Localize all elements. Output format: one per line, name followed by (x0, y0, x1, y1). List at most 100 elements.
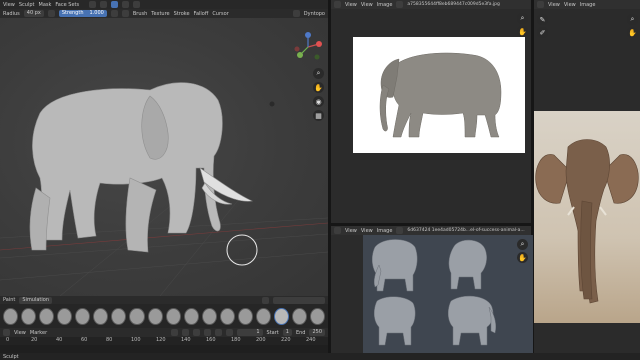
stroke-menu[interactable]: Stroke (174, 11, 190, 17)
brush-tabs-bar: Paint Simulation (0, 296, 328, 304)
zoom-icon[interactable]: ⌕ (517, 13, 528, 24)
brush-rotate-icon[interactable] (292, 307, 308, 325)
image-top-menu-view[interactable]: View (345, 2, 357, 8)
navigation-gizmo-icon[interactable] (293, 32, 323, 62)
brush-pinch-icon[interactable] (201, 307, 217, 325)
area-divider-horizontal[interactable] (331, 223, 531, 226)
menu-view[interactable]: View (3, 2, 15, 8)
brush-inflate-icon[interactable] (75, 307, 91, 325)
xyz-lock-icon[interactable] (89, 1, 97, 8)
grid-icon[interactable]: ▦ (313, 110, 324, 121)
zoom-icon[interactable]: ⌕ (313, 68, 324, 79)
brush-search-field[interactable] (273, 296, 325, 304)
radius-field[interactable]: 40 px (23, 10, 44, 17)
jump-start-icon[interactable] (170, 329, 178, 336)
brush-scrape-icon[interactable] (183, 307, 199, 325)
brush-snake-hook-icon[interactable] (237, 307, 253, 325)
ruler-tick: 100 (131, 337, 141, 343)
turnaround-views (372, 239, 496, 346)
brush-grid-icon[interactable] (262, 296, 269, 304)
shading-material-icon[interactable] (133, 1, 141, 8)
image-top-filename[interactable]: a758355644ff8eb689447c009d5e3fa.jpg (407, 2, 499, 7)
right-panel-canvas[interactable]: ✎ ✐ ⌕ ✋ (534, 9, 640, 353)
cursor-menu[interactable]: Cursor (212, 11, 228, 17)
pressure-strength-icon[interactable] (110, 10, 118, 17)
shading-solid-icon[interactable] (122, 1, 130, 8)
hand-icon[interactable]: ✋ (517, 252, 528, 263)
current-frame-field[interactable]: 1 (236, 329, 263, 336)
image-bottom-menu-view[interactable]: View (345, 228, 357, 234)
brush-crease-icon[interactable] (111, 307, 127, 325)
falloff-menu[interactable]: Falloff (194, 11, 209, 17)
jump-end-icon[interactable] (225, 329, 233, 336)
image-top-menu-image[interactable]: Image (377, 2, 393, 8)
zoom-icon[interactable]: ⌕ (627, 14, 638, 25)
brush-blob-icon[interactable] (93, 307, 109, 325)
brush-layer-icon[interactable] (57, 307, 73, 325)
image-bottom-filename[interactable]: 6d637424 1ee4ad05724b...el-of-success-an… (407, 228, 524, 233)
editor-type-icon[interactable] (334, 1, 341, 8)
end-field[interactable]: 250 (309, 329, 325, 336)
brush-elastic-icon[interactable] (310, 307, 326, 325)
timeline-track[interactable] (0, 345, 328, 353)
hand-icon[interactable]: ✋ (517, 26, 528, 37)
brush-thumb-icon[interactable] (255, 307, 271, 325)
brush-smooth-icon[interactable] (129, 307, 145, 325)
menu-mask[interactable]: Mask (39, 2, 52, 8)
menu-sculpt[interactable]: Sculpt (19, 2, 35, 8)
timeline-header: View Marker 1 Start 1 End 250 (0, 328, 328, 337)
brush-draw-icon[interactable] (3, 307, 19, 325)
direction-icon[interactable] (121, 10, 129, 17)
brush-grab-icon[interactable] (219, 307, 235, 325)
ruler-tick: 20 (31, 337, 38, 343)
image-browse-icon[interactable] (396, 1, 404, 8)
ruler-tick: 80 (106, 337, 113, 343)
texture-menu[interactable]: Texture (151, 11, 169, 17)
hand-icon[interactable]: ✋ (313, 82, 324, 93)
editor-type-icon[interactable] (537, 1, 544, 8)
editor-type-icon[interactable] (3, 329, 10, 336)
viewport-3d[interactable]: ⌕ ✋ ◉ ▦ (0, 18, 328, 296)
start-field[interactable]: 1 (282, 329, 292, 336)
play-reverse-icon[interactable] (192, 329, 200, 336)
hand-icon[interactable]: ✋ (627, 27, 638, 38)
editor-type-icon[interactable] (334, 227, 341, 234)
brush-fill-icon[interactable] (165, 307, 181, 325)
strength-field[interactable]: Strength 1.000 (58, 10, 107, 17)
next-key-icon[interactable] (214, 329, 222, 336)
dyntopo-checkbox[interactable] (292, 10, 300, 17)
image-editor-bottom-canvas[interactable]: ⌕ ✋ (331, 235, 533, 353)
dyntopo-label[interactable]: Dyntopo (304, 11, 325, 17)
brush-clay-icon[interactable] (21, 307, 37, 325)
timeline-ruler[interactable]: 0 20 40 60 80 100 120 140 160 180 200 22… (0, 337, 328, 345)
start-label: Start (266, 329, 279, 336)
brush-clay-strips-icon[interactable] (39, 307, 55, 325)
end-label: End (295, 329, 306, 336)
symmetry-icon[interactable] (100, 1, 108, 8)
eyedropper-icon[interactable]: ✎ (537, 14, 548, 25)
prev-key-icon[interactable] (181, 329, 189, 336)
menu-face-sets[interactable]: Face Sets (55, 2, 79, 8)
right-menu-image[interactable]: Image (580, 2, 596, 8)
timeline-menu-marker[interactable]: Marker (30, 330, 47, 336)
zoom-icon[interactable]: ⌕ (517, 239, 528, 250)
camera-icon[interactable]: ◉ (313, 96, 324, 107)
brush-mask-icon[interactable] (273, 307, 289, 325)
image-browse-icon[interactable] (396, 227, 404, 234)
play-icon[interactable] (203, 329, 211, 336)
right-menu-view2[interactable]: View (564, 2, 576, 8)
brush-menu[interactable]: Brush (133, 11, 147, 17)
image-top-menu-view2[interactable]: View (361, 2, 373, 8)
image-bottom-menu-image[interactable]: Image (377, 228, 393, 234)
reference-image-elephant-front (534, 111, 640, 323)
pressure-radius-icon[interactable] (47, 10, 55, 17)
image-bottom-menu-view2[interactable]: View (361, 228, 373, 234)
right-menu-view[interactable]: View (548, 2, 560, 8)
overlay-icon[interactable] (111, 1, 119, 8)
tab-paint[interactable]: Paint (3, 297, 15, 303)
timeline-menu-view[interactable]: View (14, 330, 26, 336)
image-editor-top-canvas[interactable]: ⌕ ✋ (331, 9, 531, 223)
brush-flatten-icon[interactable] (147, 307, 163, 325)
tab-simulation[interactable]: Simulation (19, 296, 53, 304)
brush-tool-icon[interactable]: ✐ (537, 27, 548, 38)
